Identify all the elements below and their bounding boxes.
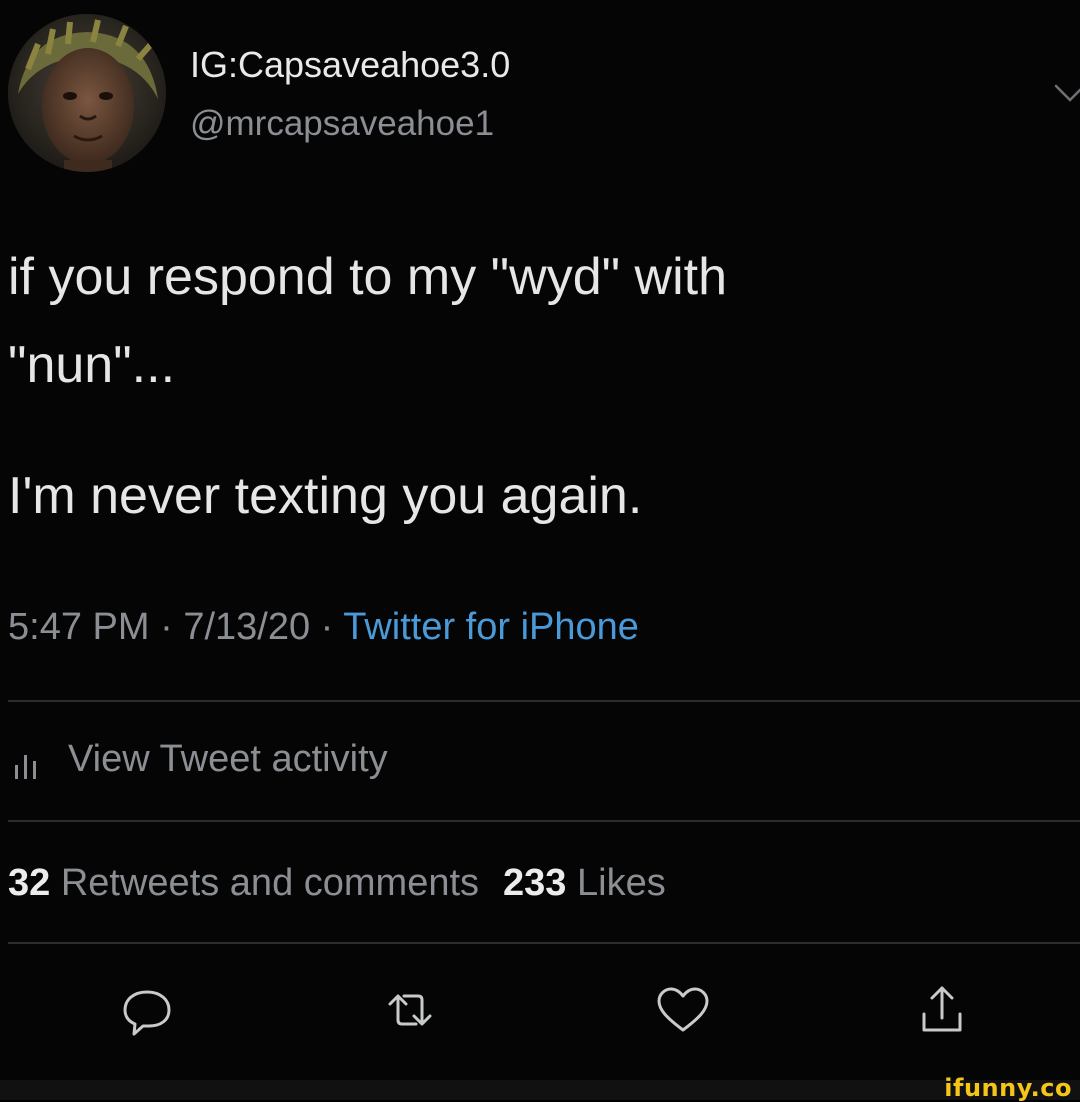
divider [8, 700, 1080, 702]
tweet-stats: 32 Retweets and comments 233 Likes [8, 862, 666, 905]
retweets-count: 32 [8, 862, 51, 904]
tweet-time: 5:47 PM [8, 606, 150, 648]
tweet-text-line: "nun"... [8, 336, 176, 394]
tweet-text-line: I'm never texting you again. [8, 467, 643, 525]
likes-count: 233 [503, 862, 567, 904]
share-icon[interactable] [912, 980, 972, 1040]
avatar-image [8, 14, 166, 172]
tweet-text-line: if you respond to my "wyd" with [8, 248, 727, 306]
heart-icon[interactable] [653, 980, 713, 1040]
meta-separator: · [310, 606, 344, 648]
footer-bar [0, 1080, 1080, 1100]
tweet-source-link[interactable]: Twitter for iPhone [343, 606, 639, 648]
reply-icon[interactable] [117, 980, 177, 1040]
tweet-date[interactable]: 7/13/20 [183, 606, 310, 648]
divider [8, 820, 1080, 822]
view-tweet-activity-button[interactable]: View Tweet activity [14, 738, 388, 781]
retweets-label: Retweets and comments [60, 862, 480, 904]
display-name[interactable]: IG:Capsaveahoe3.0 [190, 44, 510, 86]
chevron-down-icon[interactable] [1052, 74, 1080, 110]
activity-label: View Tweet activity [68, 738, 388, 780]
tweet-meta: 5:47 PM · 7/13/20 · Twitter for iPhone [8, 606, 639, 649]
avatar[interactable] [8, 14, 166, 172]
likes-label: Likes [577, 862, 666, 904]
ifunny-watermark: ifunny.co [944, 1074, 1072, 1102]
user-handle[interactable]: @mrcapsaveahoe1 [190, 104, 494, 144]
meta-separator: · [149, 606, 184, 648]
retweet-icon[interactable] [380, 980, 440, 1040]
likes-stat[interactable]: 233 Likes [503, 862, 666, 904]
bar-chart-icon [15, 754, 36, 779]
tweet-card: IG:Capsaveahoe3.0 @mrcapsaveahoe1 if you… [0, 0, 1080, 1080]
divider [8, 942, 1080, 944]
retweets-stat[interactable]: 32 Retweets and comments [8, 862, 479, 904]
